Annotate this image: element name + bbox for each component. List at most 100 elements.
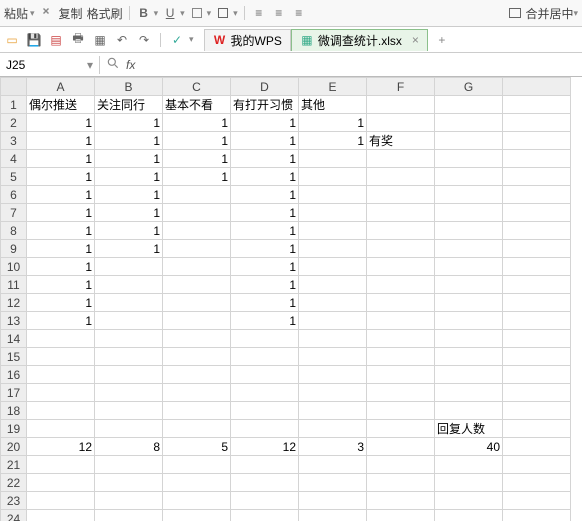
cell-D7[interactable]: 1 xyxy=(231,204,299,222)
cell-extra-9[interactable] xyxy=(503,240,571,258)
cell-F23[interactable] xyxy=(367,492,435,510)
cell-C23[interactable] xyxy=(163,492,231,510)
cell-C2[interactable]: 1 xyxy=(163,114,231,132)
cell-C21[interactable] xyxy=(163,456,231,474)
row-header-21[interactable]: 21 xyxy=(1,456,27,474)
cell-D10[interactable]: 1 xyxy=(231,258,299,276)
new-tab-button[interactable]: + xyxy=(432,33,452,47)
bold-icon[interactable]: B xyxy=(136,5,152,21)
cell-G21[interactable] xyxy=(435,456,503,474)
cell-E21[interactable] xyxy=(299,456,367,474)
row-header-7[interactable]: 7 xyxy=(1,204,27,222)
cell-extra-2[interactable] xyxy=(503,114,571,132)
cell-B3[interactable]: 1 xyxy=(95,132,163,150)
format-painter-button[interactable]: 格式刷 xyxy=(87,5,123,22)
row-header-12[interactable]: 12 xyxy=(1,294,27,312)
row-header-10[interactable]: 10 xyxy=(1,258,27,276)
cell-F7[interactable] xyxy=(367,204,435,222)
cell-C19[interactable] xyxy=(163,420,231,438)
cell-C8[interactable] xyxy=(163,222,231,240)
cell-D20[interactable]: 12 xyxy=(231,438,299,456)
cell-D21[interactable] xyxy=(231,456,299,474)
cell-extra-10[interactable] xyxy=(503,258,571,276)
cell-E13[interactable] xyxy=(299,312,367,330)
cell-C12[interactable] xyxy=(163,294,231,312)
cell-B18[interactable] xyxy=(95,402,163,420)
cell-G11[interactable] xyxy=(435,276,503,294)
cell-extra-8[interactable] xyxy=(503,222,571,240)
row-header-8[interactable]: 8 xyxy=(1,222,27,240)
tab-document[interactable]: ▦ 微调查统计.xlsx × xyxy=(291,29,428,51)
cell-E11[interactable] xyxy=(299,276,367,294)
cell-C3[interactable]: 1 xyxy=(163,132,231,150)
cell-E20[interactable]: 3 xyxy=(299,438,367,456)
cell-B21[interactable] xyxy=(95,456,163,474)
cell-F15[interactable] xyxy=(367,348,435,366)
spreadsheet-grid[interactable]: ABCDEFG1偶尔推送关注同行基本不看有打开习惯其他211111311111有… xyxy=(0,77,582,521)
cell-G3[interactable] xyxy=(435,132,503,150)
cell-A8[interactable]: 1 xyxy=(27,222,95,240)
cell-G1[interactable] xyxy=(435,96,503,114)
cell-A22[interactable] xyxy=(27,474,95,492)
cell-C6[interactable] xyxy=(163,186,231,204)
cell-B17[interactable] xyxy=(95,384,163,402)
cell-extra-12[interactable] xyxy=(503,294,571,312)
row-header-18[interactable]: 18 xyxy=(1,402,27,420)
cell-G2[interactable] xyxy=(435,114,503,132)
cell-D16[interactable] xyxy=(231,366,299,384)
cell-extra-15[interactable] xyxy=(503,348,571,366)
cell-B22[interactable] xyxy=(95,474,163,492)
cell-B19[interactable] xyxy=(95,420,163,438)
cell-B1[interactable]: 关注同行 xyxy=(95,96,163,114)
row-header-13[interactable]: 13 xyxy=(1,312,27,330)
cell-D13[interactable]: 1 xyxy=(231,312,299,330)
cell-G22[interactable] xyxy=(435,474,503,492)
cell-C13[interactable] xyxy=(163,312,231,330)
cell-D24[interactable] xyxy=(231,510,299,521)
cell-extra-1[interactable] xyxy=(503,96,571,114)
cell-E14[interactable] xyxy=(299,330,367,348)
row-header-11[interactable]: 11 xyxy=(1,276,27,294)
cell-D12[interactable]: 1 xyxy=(231,294,299,312)
cell-G9[interactable] xyxy=(435,240,503,258)
cell-extra-4[interactable] xyxy=(503,150,571,168)
cell-B5[interactable]: 1 xyxy=(95,168,163,186)
cell-extra-11[interactable] xyxy=(503,276,571,294)
cell-F1[interactable] xyxy=(367,96,435,114)
fx-label[interactable]: fx xyxy=(126,58,135,72)
cell-F11[interactable] xyxy=(367,276,435,294)
cell-G20[interactable]: 40 xyxy=(435,438,503,456)
cell-C18[interactable] xyxy=(163,402,231,420)
border-icon[interactable] xyxy=(215,5,231,21)
namebox-dropdown-icon[interactable]: ▾ xyxy=(87,58,93,72)
cell-E2[interactable]: 1 xyxy=(299,114,367,132)
cell-D9[interactable]: 1 xyxy=(231,240,299,258)
cell-F18[interactable] xyxy=(367,402,435,420)
cell-C22[interactable] xyxy=(163,474,231,492)
tab-mywps[interactable]: W 我的WPS xyxy=(204,29,291,51)
row-header-5[interactable]: 5 xyxy=(1,168,27,186)
row-header-17[interactable]: 17 xyxy=(1,384,27,402)
cell-A23[interactable] xyxy=(27,492,95,510)
underline-icon[interactable]: U xyxy=(162,5,178,21)
cell-E8[interactable] xyxy=(299,222,367,240)
cell-G18[interactable] xyxy=(435,402,503,420)
redo-icon[interactable]: ↷ xyxy=(136,32,152,48)
cell-F22[interactable] xyxy=(367,474,435,492)
cell-C16[interactable] xyxy=(163,366,231,384)
cell-E24[interactable] xyxy=(299,510,367,521)
cell-A10[interactable]: 1 xyxy=(27,258,95,276)
row-header-20[interactable]: 20 xyxy=(1,438,27,456)
cell-F17[interactable] xyxy=(367,384,435,402)
row-header-23[interactable]: 23 xyxy=(1,492,27,510)
cell-F8[interactable] xyxy=(367,222,435,240)
row-header-15[interactable]: 15 xyxy=(1,348,27,366)
cell-G12[interactable] xyxy=(435,294,503,312)
cell-D18[interactable] xyxy=(231,402,299,420)
cell-A12[interactable]: 1 xyxy=(27,294,95,312)
cell-A17[interactable] xyxy=(27,384,95,402)
column-header-F[interactable]: F xyxy=(367,78,435,96)
cell-G5[interactable] xyxy=(435,168,503,186)
cell-F10[interactable] xyxy=(367,258,435,276)
cell-D14[interactable] xyxy=(231,330,299,348)
